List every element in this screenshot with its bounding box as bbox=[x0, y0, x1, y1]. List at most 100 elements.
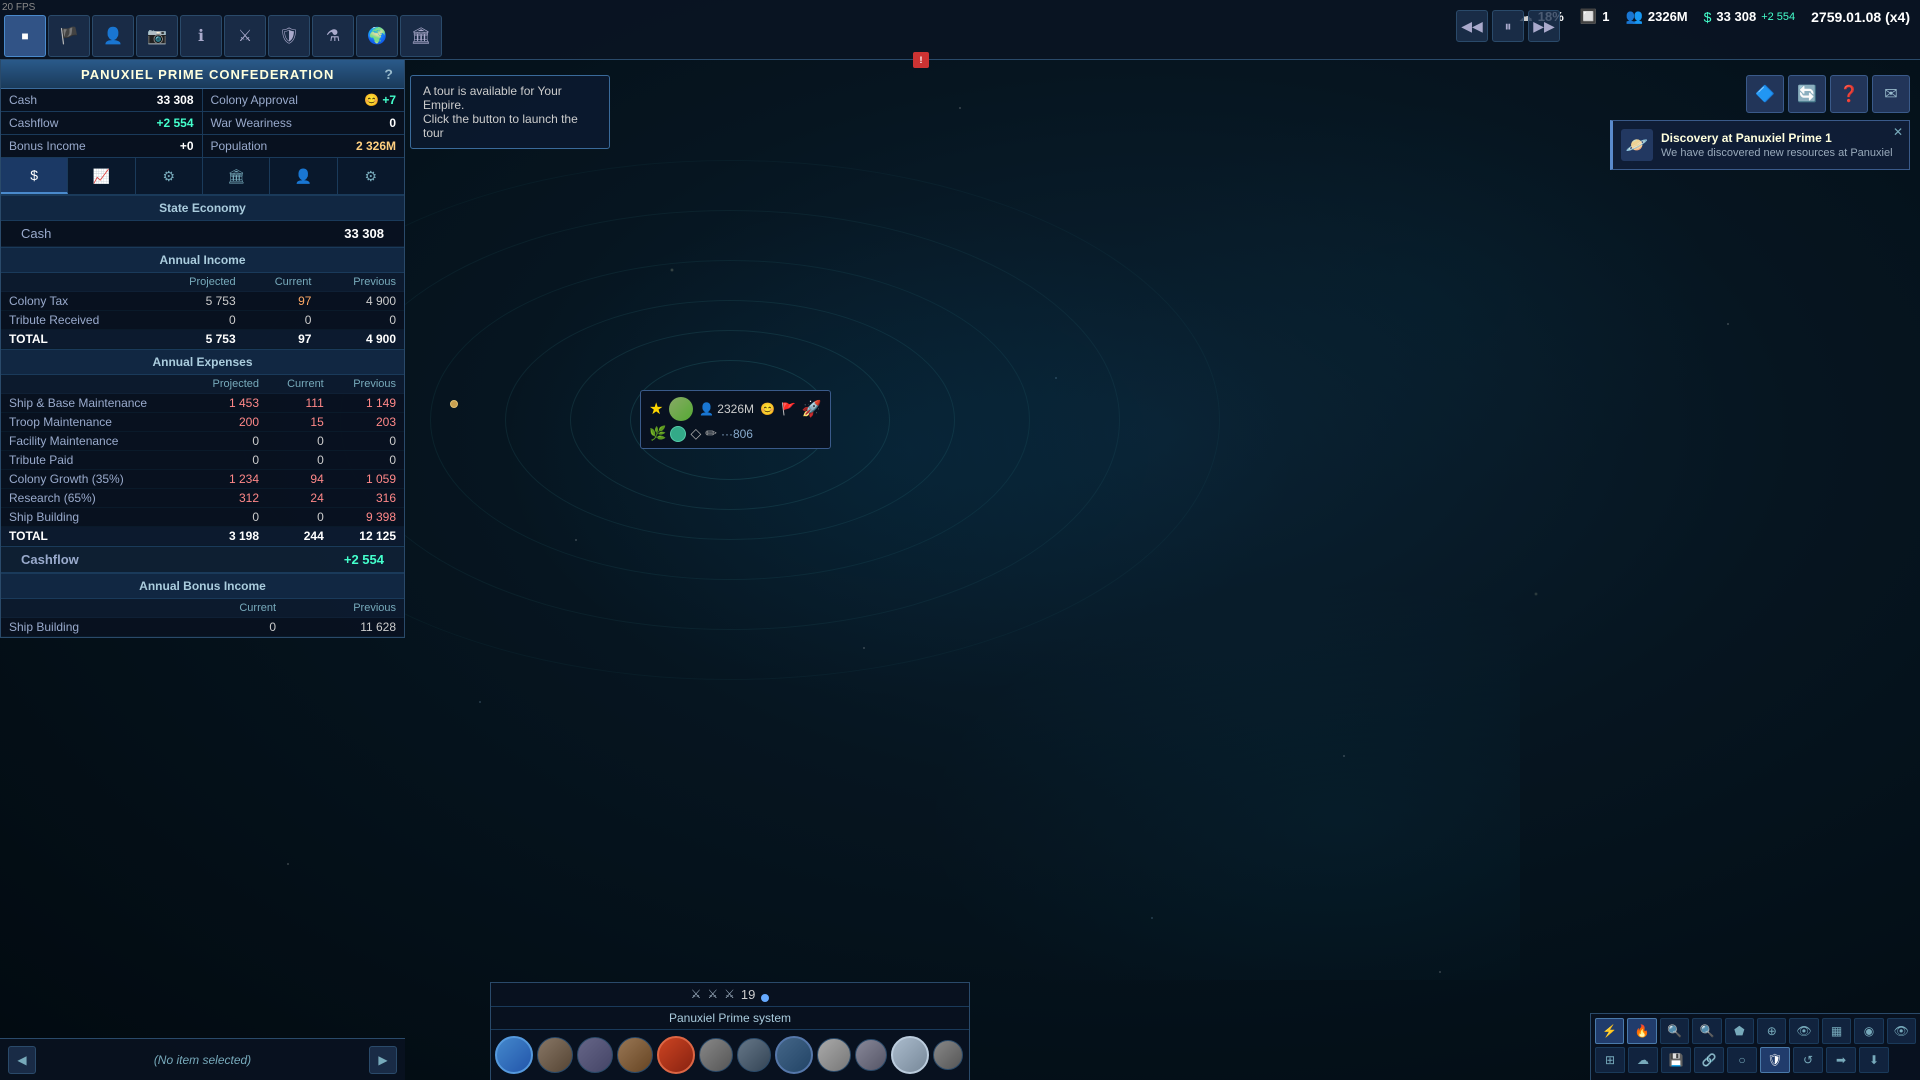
nav-prev-btn[interactable]: ◀ bbox=[8, 1046, 36, 1074]
br-btn-link[interactable]: 🔗 bbox=[1694, 1047, 1724, 1073]
planet-4[interactable] bbox=[617, 1037, 653, 1073]
planet-10[interactable] bbox=[855, 1039, 887, 1071]
action-buttons: 🔷 🔄 ❓ ✉ bbox=[1746, 75, 1910, 113]
toolbar-btn-info[interactable]: ℹ bbox=[180, 15, 222, 57]
tab-settings-2[interactable]: ⚙ bbox=[338, 158, 404, 194]
panel-close-btn[interactable]: ? bbox=[384, 66, 394, 82]
planet-1[interactable] bbox=[495, 1036, 533, 1074]
population-stat: 👥 2326M bbox=[1625, 8, 1687, 25]
br-btn-1[interactable]: ⚡ bbox=[1595, 1018, 1624, 1044]
panel-title: PANUXIEL PRIME CONFEDERATION ? bbox=[1, 60, 404, 89]
br-btn-2[interactable]: 🔥 bbox=[1627, 1018, 1656, 1044]
nav-next-btn[interactable]: ▶ bbox=[369, 1046, 397, 1074]
planet-8[interactable] bbox=[775, 1036, 813, 1074]
summary-stats: Cash 33 308 Colony Approval 😊 +7 bbox=[1, 89, 404, 112]
next-speed-btn[interactable]: ▶▶ bbox=[1528, 10, 1560, 42]
colony-growth-previous: 1 059 bbox=[332, 470, 404, 489]
help-btn[interactable]: ❓ bbox=[1830, 75, 1868, 113]
left-panel: PANUXIEL PRIME CONFEDERATION ? Cash 33 3… bbox=[0, 60, 405, 638]
pop-label: Population bbox=[211, 139, 268, 153]
dollar-icon: $ bbox=[1704, 9, 1712, 25]
toolbar-btn-empire[interactable]: 🏛 bbox=[400, 15, 442, 57]
br-btn-zoom-out[interactable]: 🔍 bbox=[1692, 1018, 1721, 1044]
br-btn-eye1[interactable]: 👁 bbox=[1789, 1018, 1818, 1044]
br-btn-crosshair[interactable]: ⊕ bbox=[1757, 1018, 1786, 1044]
planet-2[interactable] bbox=[537, 1037, 573, 1073]
toolbar-row-2: ⊞ ☁ 💾 🔗 ○ 🛡 ↺ ➡ ⬇ bbox=[1595, 1047, 1916, 1073]
exp-total-projected: 3 198 bbox=[190, 527, 267, 546]
planet-avatar bbox=[669, 397, 693, 421]
toolbar-btn-flask[interactable]: ⚗ bbox=[312, 15, 354, 57]
research-current: 24 bbox=[267, 489, 332, 508]
sys-tab-icon1[interactable]: ⚔ bbox=[691, 987, 702, 1002]
home-icon: ■ bbox=[21, 29, 28, 43]
discovery-notification[interactable]: 🪐 Discovery at Panuxiel Prime 1 We have … bbox=[1610, 120, 1910, 170]
br-btn-disk[interactable]: 💾 bbox=[1661, 1047, 1691, 1073]
planet-9[interactable] bbox=[817, 1038, 851, 1072]
popup-ship: 🚀 bbox=[802, 399, 822, 419]
no-item-label: (No item selected) bbox=[154, 1053, 251, 1067]
br-btn-eye3[interactable]: 👁 bbox=[1887, 1018, 1916, 1044]
pause-btn[interactable]: ⏸ bbox=[1492, 10, 1524, 42]
cashflow-top-value: +2 554 bbox=[1761, 11, 1795, 23]
br-btn-eye2[interactable]: ◉ bbox=[1854, 1018, 1883, 1044]
br-btn-down[interactable]: ⬇ bbox=[1859, 1047, 1889, 1073]
br-btn-arrow[interactable]: ➡ bbox=[1826, 1047, 1856, 1073]
br-btn-polygon[interactable]: ⬟ bbox=[1725, 1018, 1754, 1044]
tooltip-line2: Click the button to launch the tour bbox=[423, 112, 597, 140]
tribute-previous: 0 bbox=[319, 311, 404, 330]
toolbar-btn-home[interactable]: ■ bbox=[4, 15, 46, 57]
col-projected: Projected bbox=[154, 273, 244, 292]
popup-leaf-icon: 🌿 bbox=[649, 425, 666, 442]
tribute-paid-projected: 0 bbox=[190, 451, 267, 470]
research-previous: 316 bbox=[332, 489, 404, 508]
br-btn-grid[interactable]: ⊞ bbox=[1595, 1047, 1625, 1073]
toolbar-btn-camera[interactable]: 📷 bbox=[136, 15, 178, 57]
tab-people[interactable]: 👤 bbox=[270, 158, 337, 194]
message-btn[interactable]: ✉ bbox=[1872, 75, 1910, 113]
notif-close-btn[interactable]: ✕ bbox=[1893, 125, 1903, 139]
cash-summary-value: 33 308 bbox=[157, 93, 194, 107]
planet-3[interactable] bbox=[577, 1037, 613, 1073]
planet-11[interactable] bbox=[891, 1036, 929, 1074]
br-btn-cloud[interactable]: ☁ bbox=[1628, 1047, 1658, 1073]
br-btn-refresh[interactable]: ↺ bbox=[1793, 1047, 1823, 1073]
sys-tab-icon2[interactable]: ⚔ bbox=[707, 987, 718, 1002]
tab-chart[interactable]: 📈 bbox=[68, 158, 135, 194]
tab-settings-1[interactable]: ⚙ bbox=[136, 158, 203, 194]
cycle-btn[interactable]: 🔄 bbox=[1788, 75, 1826, 113]
population-value: 2326M bbox=[1648, 9, 1688, 24]
tab-economy[interactable]: $ bbox=[1, 158, 68, 194]
planet-6[interactable] bbox=[699, 1038, 733, 1072]
fleet-value: 1 bbox=[1602, 9, 1609, 24]
tour-tooltip: A tour is available for Your Empire. Cli… bbox=[410, 75, 610, 149]
exp-row-ship: Ship & Base Maintenance 1 453 111 1 149 bbox=[1, 394, 404, 413]
ship-maint-current: 111 bbox=[267, 394, 332, 413]
alert-icon[interactable]: ! bbox=[913, 52, 929, 68]
popup-ship-icon: 🚀 bbox=[802, 399, 822, 419]
tab-buildings[interactable]: 🏛 bbox=[203, 158, 270, 194]
panel-title-text: PANUXIEL PRIME CONFEDERATION bbox=[81, 67, 334, 82]
income-row-tribute: Tribute Received 0 0 0 bbox=[1, 311, 404, 330]
income-total-label: TOTAL bbox=[1, 330, 154, 349]
toolbar-btn-shield[interactable]: 🛡 bbox=[268, 15, 310, 57]
planet-7[interactable] bbox=[737, 1038, 771, 1072]
toolbar-btn-planet[interactable]: 🌍 bbox=[356, 15, 398, 57]
war-weariness-label: War Weariness bbox=[211, 116, 292, 130]
toolbar-btn-people[interactable]: 👤 bbox=[92, 15, 134, 57]
planet-12[interactable] bbox=[933, 1040, 963, 1070]
annual-expenses-table: Projected Current Previous Ship & Base M… bbox=[1, 375, 404, 546]
diplomacy-btn[interactable]: 🔷 bbox=[1746, 75, 1784, 113]
toolbar-btn-sword[interactable]: ⚔ bbox=[224, 15, 266, 57]
br-btn-shield[interactable]: 🛡 bbox=[1760, 1047, 1790, 1073]
ship-maint-projected: 1 453 bbox=[190, 394, 267, 413]
planet-5[interactable] bbox=[657, 1036, 695, 1074]
colony-growth-current: 94 bbox=[267, 470, 332, 489]
br-btn-3[interactable]: 🔍 bbox=[1660, 1018, 1689, 1044]
prev-speed-btn[interactable]: ◀◀ bbox=[1456, 10, 1488, 42]
toolbar-btn-flag[interactable]: 🏴 bbox=[48, 15, 90, 57]
exp-row-tribute: Tribute Paid 0 0 0 bbox=[1, 451, 404, 470]
br-btn-layer[interactable]: ▦ bbox=[1822, 1018, 1851, 1044]
sys-tab-icon3[interactable]: ⚔ bbox=[724, 987, 735, 1002]
br-btn-circle[interactable]: ○ bbox=[1727, 1047, 1757, 1073]
